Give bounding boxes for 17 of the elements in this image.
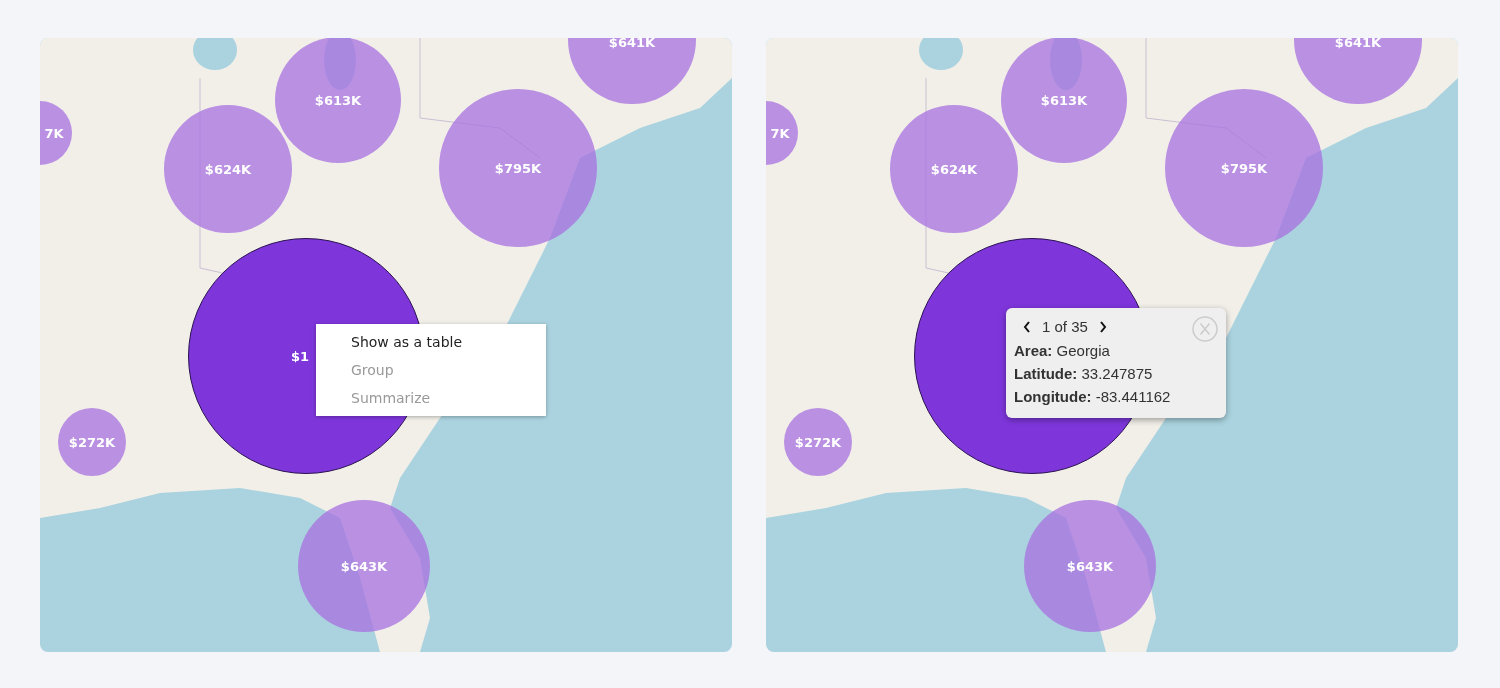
bubble-label: $643K xyxy=(1066,558,1114,574)
bubble-label: 7K xyxy=(44,125,64,141)
bubble-label: 7K xyxy=(770,125,790,141)
bubble-label: $643K xyxy=(340,558,388,574)
popup-field: Area: Georgia xyxy=(1014,339,1218,362)
bubble-label: $272K xyxy=(68,434,116,450)
bubble-label: $795K xyxy=(494,160,542,176)
bubble-label: $624K xyxy=(204,161,252,177)
bubble-label: $624K xyxy=(930,161,978,177)
bubble-label: $795K xyxy=(1220,160,1268,176)
bubble-label: $613K xyxy=(1040,92,1088,108)
bubble-label: $1 xyxy=(290,348,310,364)
bubble-label: $613K xyxy=(314,92,362,108)
bubble-label: $272K xyxy=(794,434,842,450)
popup-field: Longitude: -83.441162 xyxy=(1014,385,1218,408)
popup-field: Latitude: 33.247875 xyxy=(1014,362,1218,385)
page-count: 1 of 35 xyxy=(1042,318,1088,335)
